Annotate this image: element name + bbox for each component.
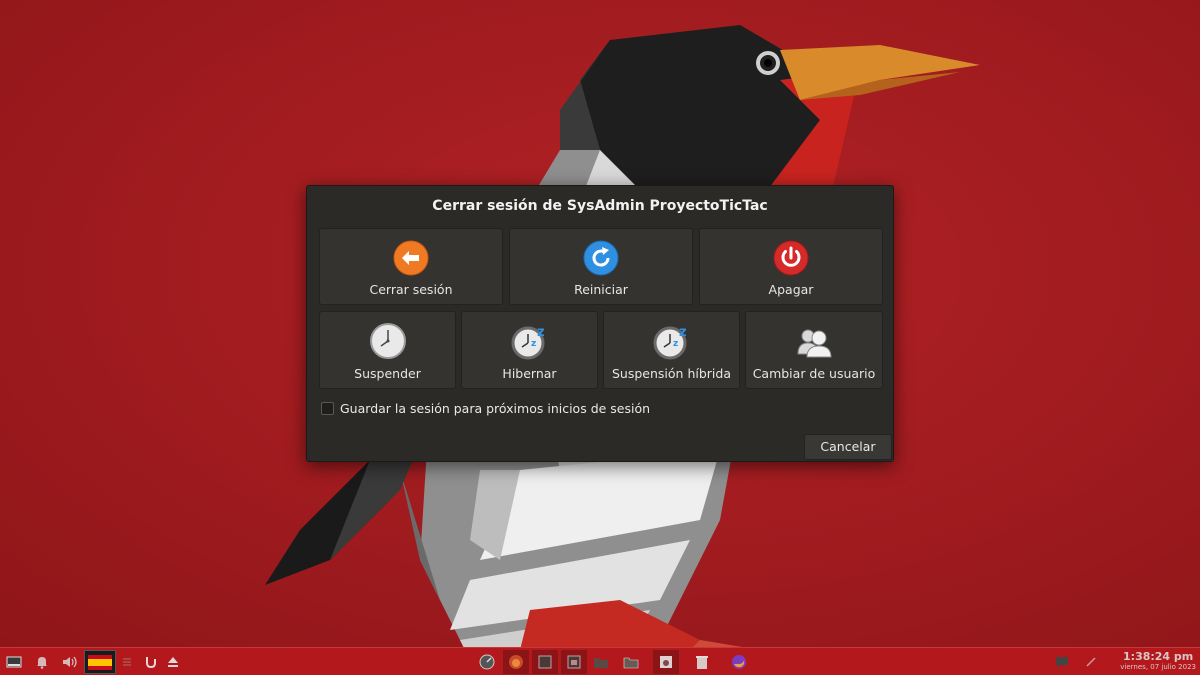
svg-text:z: z xyxy=(531,339,536,349)
eject-icon[interactable] xyxy=(165,652,181,672)
clock-date: viernes, 07 julio 2023 xyxy=(1120,663,1196,671)
logout-dialog: Cerrar sesión de SysAdmin ProyectoTicTac… xyxy=(306,185,894,462)
updates-icon[interactable] xyxy=(142,652,160,672)
users-icon xyxy=(797,329,832,358)
clock-icon xyxy=(369,323,406,359)
dialog-title: Cerrar sesión de SysAdmin ProyectoTicTac xyxy=(432,198,768,214)
hybrid-suspend-button[interactable]: z z Suspensión híbrida xyxy=(603,311,740,389)
clock[interactable]: 1:38:24 pm viernes, 07 julio 2023 xyxy=(1120,650,1196,671)
power-icon xyxy=(773,240,809,276)
suspend-label: Suspender xyxy=(354,366,421,381)
clock-zz-icon: z z xyxy=(653,325,687,360)
files-folder-icon[interactable] xyxy=(590,652,612,672)
shutdown-label: Apagar xyxy=(768,282,814,297)
save-session-label: Guardar la sesión para próximos inicios … xyxy=(340,401,651,416)
file-manager-icon[interactable] xyxy=(620,652,642,672)
tray-chat-icon[interactable] xyxy=(1053,652,1071,672)
clock-zz-icon: z z xyxy=(511,325,545,360)
hibernate-label: Hibernar xyxy=(502,366,557,381)
show-desktop-icon[interactable] xyxy=(5,652,23,672)
logout-label: Cerrar sesión xyxy=(369,282,453,297)
shutdown-button[interactable]: Apagar xyxy=(699,228,883,305)
tray-update-icon[interactable] xyxy=(1083,652,1099,672)
firefox-icon[interactable] xyxy=(728,652,750,672)
save-session-row[interactable]: Guardar la sesión para próximos inicios … xyxy=(321,401,650,416)
restart-label: Reiniciar xyxy=(574,282,628,297)
clock-time: 1:38:24 pm xyxy=(1123,650,1194,663)
volume-icon[interactable] xyxy=(60,652,80,672)
notification-bell-icon[interactable] xyxy=(34,652,50,672)
restart-button[interactable]: Reiniciar xyxy=(509,228,693,305)
screenshot-app-icon[interactable] xyxy=(653,650,679,674)
svg-text:z: z xyxy=(679,325,687,340)
switch-user-button[interactable]: Cambiar de usuario xyxy=(745,311,883,389)
trash-icon[interactable] xyxy=(691,652,713,672)
taskbar: 1:38:24 pm viernes, 07 julio 2023 xyxy=(0,647,1200,675)
network-icon[interactable] xyxy=(120,652,134,672)
logout-arrow-icon xyxy=(393,240,429,276)
cancel-button[interactable]: Cancelar xyxy=(804,434,892,460)
svg-text:z: z xyxy=(537,325,545,340)
app-window-icon-2[interactable] xyxy=(561,650,587,674)
restart-icon xyxy=(583,240,619,276)
suspend-button[interactable]: Suspender xyxy=(319,311,456,389)
launcher-icon[interactable] xyxy=(477,652,497,672)
keyboard-layout-flag-icon[interactable] xyxy=(84,650,116,674)
switch-user-label: Cambiar de usuario xyxy=(752,366,876,381)
app-window-icon-1[interactable] xyxy=(532,650,558,674)
app-firefox-dev-icon[interactable] xyxy=(503,650,529,674)
hibernate-button[interactable]: z z Hibernar xyxy=(461,311,598,389)
logout-button[interactable]: Cerrar sesión xyxy=(319,228,503,305)
svg-text:z: z xyxy=(673,339,678,349)
save-session-checkbox[interactable] xyxy=(321,402,334,415)
hybrid-suspend-label: Suspensión híbrida xyxy=(612,366,731,381)
